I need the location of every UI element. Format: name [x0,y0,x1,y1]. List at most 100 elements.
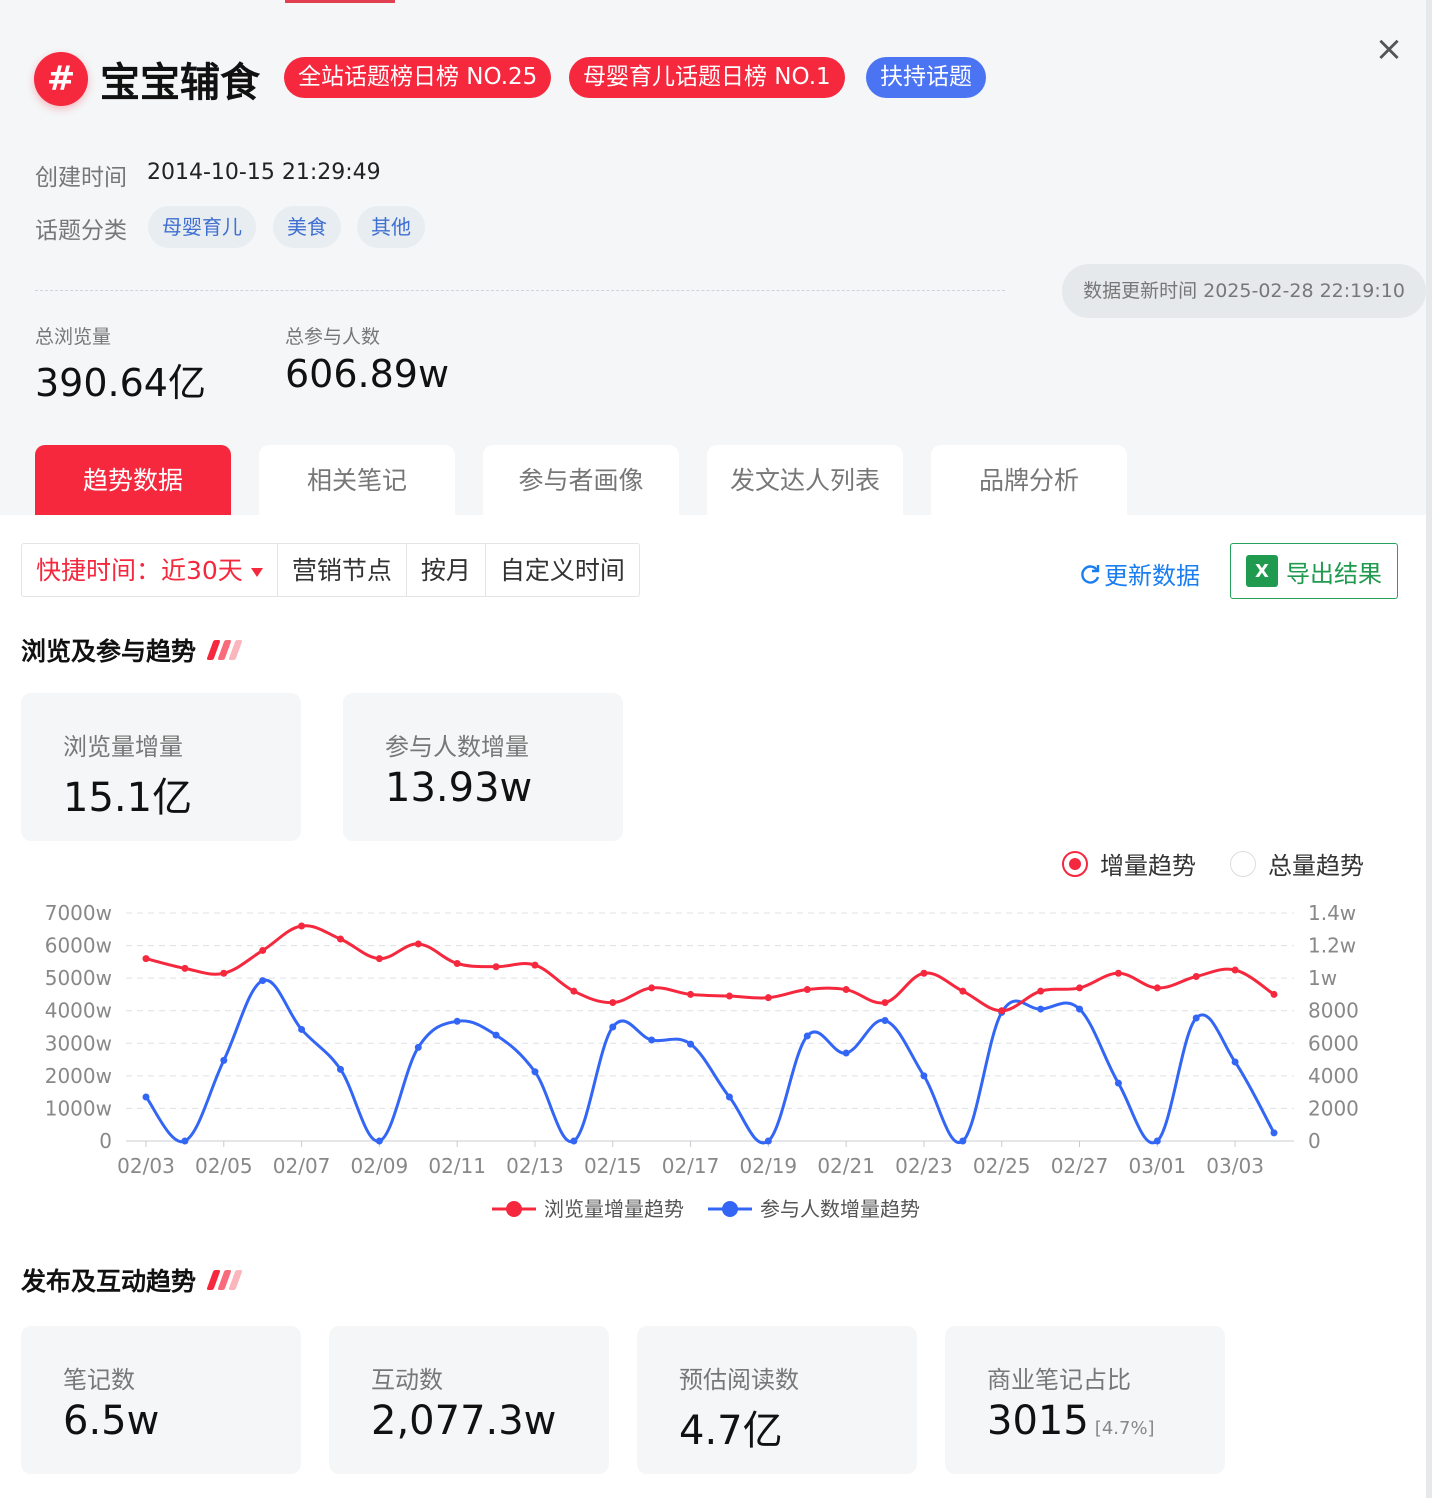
data-point [1114,969,1122,977]
radio-label: 增量趋势 [1100,852,1196,880]
data-point [648,984,656,992]
x-tick-label: 02/23 [895,1154,953,1178]
y-left-tick-label: 0 [99,1129,112,1153]
x-tick-label: 02/07 [273,1154,331,1178]
card-label: 预估阅读数 [679,1366,799,1394]
data-point [414,940,422,948]
y-right-tick-label: 2000 [1308,1096,1359,1120]
card-value: 4.7亿 [679,1408,783,1454]
card-value: 6.5w [63,1398,160,1444]
y-left-tick-label: 3000w [45,1031,112,1055]
y-right-tick-label: 1w [1308,966,1337,990]
rank-tag-site: 全站话题榜日榜 NO.25 [284,57,552,98]
radio-total-trend[interactable]: 总量趋势 [1230,846,1364,881]
y-right-tick-label: 8000 [1308,999,1359,1023]
stat-card-participants-increase: 参与人数增量 13.93w [343,693,623,841]
data-point [453,1017,461,1025]
window-scrollbar[interactable] [1426,0,1432,1498]
rank-tag-category: 母婴育儿话题日榜 NO.1 [569,57,845,98]
quick-time-dropdown[interactable]: 快捷时间：近30天 [22,544,278,596]
category-pill[interactable]: 其他 [357,206,425,248]
data-point [764,1137,772,1145]
total-participants-label: 总参与人数 [285,326,381,348]
data-point [959,987,967,995]
data-point [842,1049,850,1057]
data-point [336,1065,344,1073]
data-point [220,1056,228,1064]
legend-marker [506,1201,522,1217]
section-title-views: 浏览及参与趋势 [21,632,243,668]
data-point [1231,966,1239,974]
data-point [609,999,617,1007]
stat-card-notes: 笔记数 6.5w [21,1326,301,1474]
data-point [842,986,850,994]
filter-marketing-node[interactable]: 营销节点 [278,544,407,596]
data-point [1037,1005,1045,1013]
legend-marker [722,1201,738,1217]
card-value-sub: [4.7%] [1094,1418,1155,1439]
card-value: 15.1亿 [63,775,193,821]
top-accent-strip [285,0,395,3]
support-tag: 扶持话题 [866,57,986,98]
data-point [1037,987,1045,995]
data-point [687,1040,695,1048]
stat-card-estimated-reads: 预估阅读数 4.7亿 [637,1326,917,1474]
category-pill[interactable]: 美食 [273,206,341,248]
x-tick-label: 03/03 [1206,1154,1264,1178]
filter-custom-time[interactable]: 自定义时间 [486,544,639,596]
category-pill[interactable]: 母婴育儿 [148,206,256,248]
refresh-data-button[interactable]: 更新数据 [1078,556,1200,591]
export-results-button[interactable]: X 导出结果 [1230,543,1398,599]
data-point [570,1137,578,1145]
stat-card-commercial-ratio: 商业笔记占比 3015 [4.7%] [945,1326,1225,1474]
data-point [920,969,928,977]
data-point [998,1007,1006,1015]
data-update-time: 数据更新时间 2025-02-28 22:19:10 [1062,264,1426,318]
data-point [803,986,811,994]
data-point [1153,984,1161,992]
data-point [803,1032,811,1040]
data-point [881,999,889,1007]
data-point [298,1025,306,1033]
data-point [1153,1137,1161,1145]
time-filter-bar: 快捷时间：近30天 营销节点 按月 自定义时间 [21,543,640,597]
x-tick-label: 02/21 [817,1154,875,1178]
y-left-tick-label: 6000w [45,934,112,958]
y-left-tick-label: 7000w [45,901,112,925]
tab-creator-list[interactable]: 发文达人列表 [707,445,903,515]
y-left-tick-label: 2000w [45,1064,112,1088]
data-point [259,946,267,954]
tab-participant-profile[interactable]: 参与者画像 [483,445,679,515]
filter-by-month[interactable]: 按月 [407,544,486,596]
data-point [959,1137,967,1145]
x-tick-label: 02/05 [195,1154,253,1178]
export-results-label: 导出结果 [1286,559,1382,588]
card-label: 笔记数 [63,1366,135,1394]
tab-trend-data[interactable]: 趋势数据 [35,445,231,515]
data-point [375,955,383,963]
data-point [220,969,228,977]
data-point [375,1137,383,1145]
tab-related-notes[interactable]: 相关笔记 [259,445,455,515]
x-tick-label: 02/15 [584,1154,642,1178]
radio-increment-trend[interactable]: 增量趋势 [1062,846,1196,881]
stat-card-interactions: 互动数 2,077.3w [329,1326,609,1474]
section-title-publish-text: 发布及互动趋势 [21,1267,197,1296]
data-point [920,1072,928,1080]
y-right-tick-label: 1.4w [1308,901,1356,925]
close-icon[interactable]: × [1374,32,1404,66]
section-title-views-text: 浏览及参与趋势 [21,637,197,666]
y-right-tick-label: 0 [1308,1129,1321,1153]
created-time-label: 创建时间 [35,165,127,191]
data-point [648,1036,656,1044]
legend-label: 参与人数增量趋势 [760,1197,920,1221]
card-value-main: 3015 [987,1398,1089,1444]
x-tick-label: 02/13 [506,1154,564,1178]
data-point [1192,1014,1200,1022]
quick-time-label: 快捷时间：近30天 [36,556,243,585]
tab-brand-analysis[interactable]: 品牌分析 [931,445,1127,515]
data-point [1076,984,1084,992]
radio-selected-icon [1062,850,1088,877]
data-point [687,990,695,998]
data-point [414,1043,422,1051]
